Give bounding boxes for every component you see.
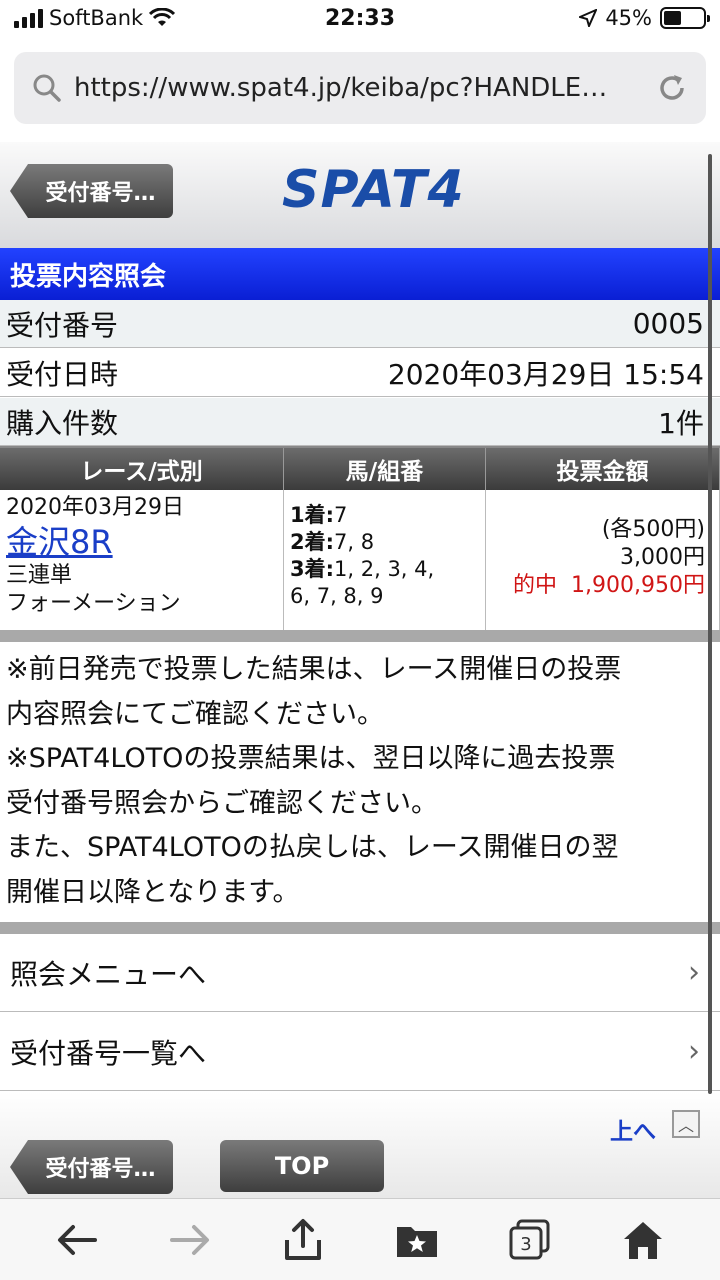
- top-button[interactable]: TOP: [220, 1140, 384, 1192]
- race-date: 2020年03月29日: [6, 495, 184, 520]
- column-header: レース/式別: [0, 448, 284, 490]
- notice-line: 開催日以降となります。: [6, 876, 300, 908]
- status-right: 45%: [579, 6, 710, 30]
- scroll-top-icon[interactable]: ︿: [672, 1110, 700, 1138]
- notice-line: 受付番号照会からご確認ください。: [6, 787, 438, 819]
- info-row-datetime: 受付日時 2020年03月29日 15:54: [0, 349, 720, 397]
- info-row-count: 購入件数 1件: [0, 398, 720, 446]
- scrollbar[interactable]: [708, 154, 712, 1094]
- browser-toolbar: 3: [0, 1198, 720, 1280]
- home-icon[interactable]: [613, 1210, 673, 1270]
- back-arrow-icon[interactable]: [47, 1210, 107, 1270]
- search-icon: [33, 74, 61, 102]
- horse-numbers: 6, 7, 8, 9: [290, 584, 384, 608]
- horse-line: 6, 7, 8, 9: [290, 583, 479, 610]
- menu-link-inquiry[interactable]: 照会メニューへ ›: [0, 934, 720, 1012]
- column-header: 馬/組番: [284, 448, 486, 490]
- battery-percent: 45%: [605, 6, 652, 30]
- scroll-top-link[interactable]: 上へ: [610, 1112, 656, 1146]
- url-text[interactable]: https://www.spat4.jp/keiba/pc?HANDLE…: [74, 73, 656, 103]
- info-value: 0005: [632, 307, 704, 340]
- bet-table: レース/式別 馬/組番 投票金額 2020年03月29日 金沢8R 三連単 フォ…: [0, 446, 720, 632]
- back-button-label: 受付番号…: [45, 1157, 156, 1182]
- payout-line: 的中 1,900,950円: [486, 572, 705, 600]
- horse-numbers: 7: [334, 503, 348, 527]
- tabs-icon[interactable]: 3: [500, 1210, 560, 1270]
- info-label: 受付番号: [6, 308, 119, 342]
- horse-numbers: 1, 2, 3, 4,: [334, 557, 435, 581]
- horse-line: 2着:7, 8: [290, 529, 479, 556]
- info-row-receipt: 受付番号 0005: [0, 300, 720, 348]
- share-icon[interactable]: [273, 1210, 333, 1270]
- notice-line: ※前日発売で投票した結果は、レース開催日の投票: [6, 654, 622, 685]
- notice-line: また、SPAT4LOTOの払戻しは、レース開催日の翌: [6, 832, 619, 863]
- position-label: 1着:: [290, 503, 335, 527]
- info-value: 2020年03月29日 15:54: [387, 357, 704, 391]
- notice-line: ※SPAT4LOTOの投票結果は、翌日以降に過去投票: [6, 743, 616, 774]
- amount-cell: (各500円) 3,000円 的中 1,900,950円: [486, 490, 720, 631]
- page-footer: 上へ ︿ 受付番号… TOP: [0, 1092, 720, 1198]
- horse-line: 1着:7: [290, 502, 479, 529]
- back-button[interactable]: 受付番号…: [10, 164, 173, 218]
- race-link[interactable]: 金沢8R: [6, 522, 277, 562]
- menu-link-receipt-list[interactable]: 受付番号一覧へ ›: [0, 1013, 720, 1091]
- payout-amount: 1,900,950円: [571, 573, 705, 598]
- hit-label: 的中: [513, 573, 558, 598]
- divider: [0, 630, 720, 642]
- back-button-label: 受付番号…: [45, 181, 156, 206]
- bet-method: フォーメーション: [6, 591, 181, 616]
- notice-text: ※前日発売で投票した結果は、レース開催日の投票 内容照会にてご確認ください。 ※…: [0, 648, 720, 915]
- menu-label: 受付番号一覧へ: [10, 1036, 207, 1070]
- each-amount: (各500円): [601, 517, 705, 542]
- info-value: 1件: [658, 406, 704, 440]
- address-bar[interactable]: https://www.spat4.jp/keiba/pc?HANDLE…: [14, 52, 706, 124]
- total-amount: 3,000円: [620, 545, 705, 570]
- position-label: 3着:: [290, 557, 335, 581]
- chevron-right-icon: ›: [688, 955, 700, 990]
- menu-label: 照会メニューへ: [10, 957, 207, 991]
- tab-count: 3: [520, 1234, 531, 1255]
- chevron-right-icon: ›: [688, 1034, 700, 1069]
- status-bar: SoftBank 22:33 45%: [0, 0, 720, 40]
- footer-back-button[interactable]: 受付番号…: [10, 1140, 173, 1194]
- horse-line: 3着:1, 2, 3, 4,: [290, 556, 479, 583]
- divider: [0, 922, 720, 934]
- bet-type: 三連単: [6, 563, 73, 588]
- bookmarks-icon[interactable]: [387, 1210, 447, 1270]
- race-cell: 2020年03月29日 金沢8R 三連単 フォーメーション: [0, 490, 284, 631]
- site-header: 受付番号… SPAT4: [0, 142, 720, 248]
- horse-cell: 1着:7 2着:7, 8 3着:1, 2, 3, 4, 6, 7, 8, 9: [284, 490, 486, 631]
- table-row: 2020年03月29日 金沢8R 三連単 フォーメーション 1着:7 2着:7,…: [0, 490, 720, 632]
- column-header: 投票金額: [486, 448, 720, 490]
- horse-numbers: 7, 8: [334, 530, 375, 554]
- forward-arrow-icon[interactable]: [160, 1210, 220, 1270]
- table-header: レース/式別 馬/組番 投票金額: [0, 448, 720, 490]
- site-logo: SPAT4: [282, 160, 465, 220]
- info-label: 購入件数: [6, 406, 119, 440]
- reload-icon[interactable]: [656, 72, 688, 104]
- position-label: 2着:: [290, 530, 335, 554]
- info-label: 受付日時: [6, 357, 119, 391]
- notice-line: 内容照会にてご確認ください。: [6, 698, 384, 730]
- location-arrow-icon: [579, 9, 598, 27]
- page-title: 投票内容照会: [0, 248, 720, 300]
- battery-icon: [660, 7, 710, 29]
